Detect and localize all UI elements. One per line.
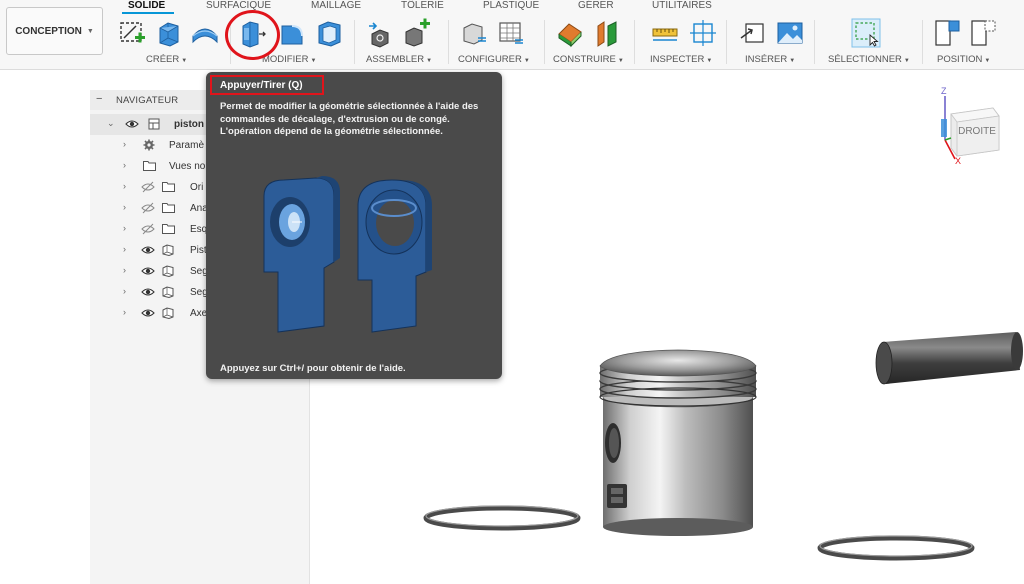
folder-icon xyxy=(143,160,156,174)
separator xyxy=(922,20,923,64)
group-label-position[interactable]: POSITION ▼ xyxy=(937,54,990,65)
tab-solide[interactable]: SOLIDE xyxy=(128,0,165,11)
nav-item-label: Esq xyxy=(190,224,208,235)
revert-position-icon[interactable] xyxy=(969,18,999,48)
tooltip-footer: Appuyez sur Ctrl+/ pour obtenir de l'aid… xyxy=(220,363,406,374)
insert-canvas-icon[interactable] xyxy=(775,18,805,48)
separator xyxy=(726,20,727,64)
piston[interactable] xyxy=(599,349,757,536)
capture-position-icon[interactable] xyxy=(933,18,963,48)
collapse-icon[interactable]: − xyxy=(96,93,102,105)
piston-pin[interactable] xyxy=(875,332,1023,385)
viewcube-axis-x: X xyxy=(955,156,961,166)
eye-hidden-icon[interactable] xyxy=(141,202,155,217)
folder-icon xyxy=(162,202,175,216)
body-icon xyxy=(162,244,174,259)
piston-ring-left[interactable] xyxy=(423,505,581,531)
chevron-right-icon[interactable]: › xyxy=(123,265,126,275)
chevron-right-icon[interactable]: › xyxy=(123,181,126,191)
chevron-right-icon[interactable]: › xyxy=(123,244,126,254)
chevron-right-icon[interactable]: › xyxy=(123,286,126,296)
piston-ring-right[interactable] xyxy=(817,535,975,561)
chevron-right-icon[interactable]: › xyxy=(123,139,126,149)
tab-plastique[interactable]: PLASTIQUE xyxy=(483,0,539,11)
group-label-construire[interactable]: CONSTRUIRE ▼ xyxy=(553,54,624,65)
eye-icon[interactable] xyxy=(125,118,139,133)
workspace-dropdown[interactable]: CONCEPTION ▼ xyxy=(6,7,103,55)
chevron-down-icon[interactable]: ⌄ xyxy=(107,118,115,129)
section-analysis-icon[interactable] xyxy=(688,18,718,48)
eye-icon[interactable] xyxy=(141,307,155,322)
group-label-inspecter[interactable]: INSPECTER ▼ xyxy=(650,54,712,65)
eye-icon[interactable] xyxy=(141,244,155,259)
eye-hidden-icon[interactable] xyxy=(141,181,155,196)
toolbar: CONCEPTION ▼ SOLIDE SURFACIQUE MAILLAGE … xyxy=(0,0,1024,70)
group-label-creer[interactable]: CRÉER ▼ xyxy=(146,54,187,65)
tooltip-title-highlight-box xyxy=(210,75,324,95)
separator xyxy=(448,20,449,64)
revolve-icon[interactable] xyxy=(190,18,220,48)
group-label-assembler[interactable]: ASSEMBLER ▼ xyxy=(366,54,432,65)
chevron-right-icon[interactable]: › xyxy=(123,160,126,170)
body-icon xyxy=(162,286,174,301)
separator xyxy=(544,20,545,64)
insert-derive-icon[interactable] xyxy=(738,18,768,48)
group-label-modifier[interactable]: MODIFIER ▼ xyxy=(262,54,316,65)
shell-icon[interactable] xyxy=(314,18,344,48)
chevron-right-icon[interactable]: › xyxy=(123,202,126,212)
tooltip-description: Permet de modifier la géométrie sélectio… xyxy=(220,101,479,137)
nav-item-label: Paramè xyxy=(169,140,205,151)
separator xyxy=(354,20,355,64)
viewcube-axis-z: Z xyxy=(941,86,947,96)
measure-icon[interactable] xyxy=(650,18,680,48)
chevron-down-icon: ▼ xyxy=(86,27,94,35)
tab-maillage[interactable]: MAILLAGE xyxy=(311,0,361,11)
joint-icon[interactable] xyxy=(402,18,432,48)
component-icon xyxy=(148,118,160,133)
nav-item-label: Axe xyxy=(190,308,208,319)
tooltip-illustration xyxy=(263,176,432,333)
body-icon xyxy=(162,307,174,322)
tab-utilitaires[interactable]: UTILITAIRES xyxy=(652,0,712,11)
separator xyxy=(814,20,815,64)
new-component-icon[interactable] xyxy=(366,18,396,48)
tab-surfacique[interactable]: SURFACIQUE xyxy=(206,0,271,11)
group-label-configurer[interactable]: CONFIGURER ▼ xyxy=(458,54,530,65)
eye-hidden-icon[interactable] xyxy=(141,223,155,238)
eye-icon[interactable] xyxy=(141,265,155,280)
chevron-right-icon[interactable]: › xyxy=(123,223,126,233)
body-icon xyxy=(162,265,174,280)
select-icon[interactable] xyxy=(851,18,885,48)
extrude-icon[interactable] xyxy=(154,18,184,48)
separator xyxy=(634,20,635,64)
configure-table-icon[interactable] xyxy=(460,18,490,48)
nav-item-label: piston xyxy=(174,119,204,130)
parameters-table-icon[interactable] xyxy=(496,18,526,48)
active-tab-indicator xyxy=(122,12,174,14)
eye-icon[interactable] xyxy=(141,286,155,301)
offset-plane-icon[interactable] xyxy=(555,18,585,48)
folder-icon xyxy=(162,181,175,195)
fillet-icon[interactable] xyxy=(278,18,308,48)
create-sketch-icon[interactable] xyxy=(118,18,148,48)
tab-tolerie[interactable]: TÔLERIE xyxy=(401,0,444,11)
plane-at-angle-icon[interactable] xyxy=(592,18,622,48)
viewcube-face-label: DROITE xyxy=(958,126,996,137)
nav-item-label: Pist xyxy=(190,245,207,256)
nav-item-label: Ori xyxy=(190,182,204,193)
group-label-inserer[interactable]: INSÉRER ▼ xyxy=(745,54,795,65)
tab-gerer[interactable]: GÉRER xyxy=(578,0,614,11)
navigator-title: NAVIGATEUR xyxy=(116,95,179,106)
chevron-right-icon[interactable]: › xyxy=(123,307,126,317)
group-label-selectionner[interactable]: SÉLECTIONNER ▼ xyxy=(828,54,910,65)
folder-icon xyxy=(162,223,175,237)
press-pull-tooltip: Appuyer/Tirer (Q) Permet de modifier la … xyxy=(206,72,502,379)
workspace-label: CONCEPTION xyxy=(15,25,82,37)
press-pull-highlight-circle xyxy=(225,10,280,60)
nav-item-label: Vues no xyxy=(169,161,206,172)
viewcube[interactable]: DROITE Z X xyxy=(935,86,1005,166)
gear-icon xyxy=(143,139,155,154)
